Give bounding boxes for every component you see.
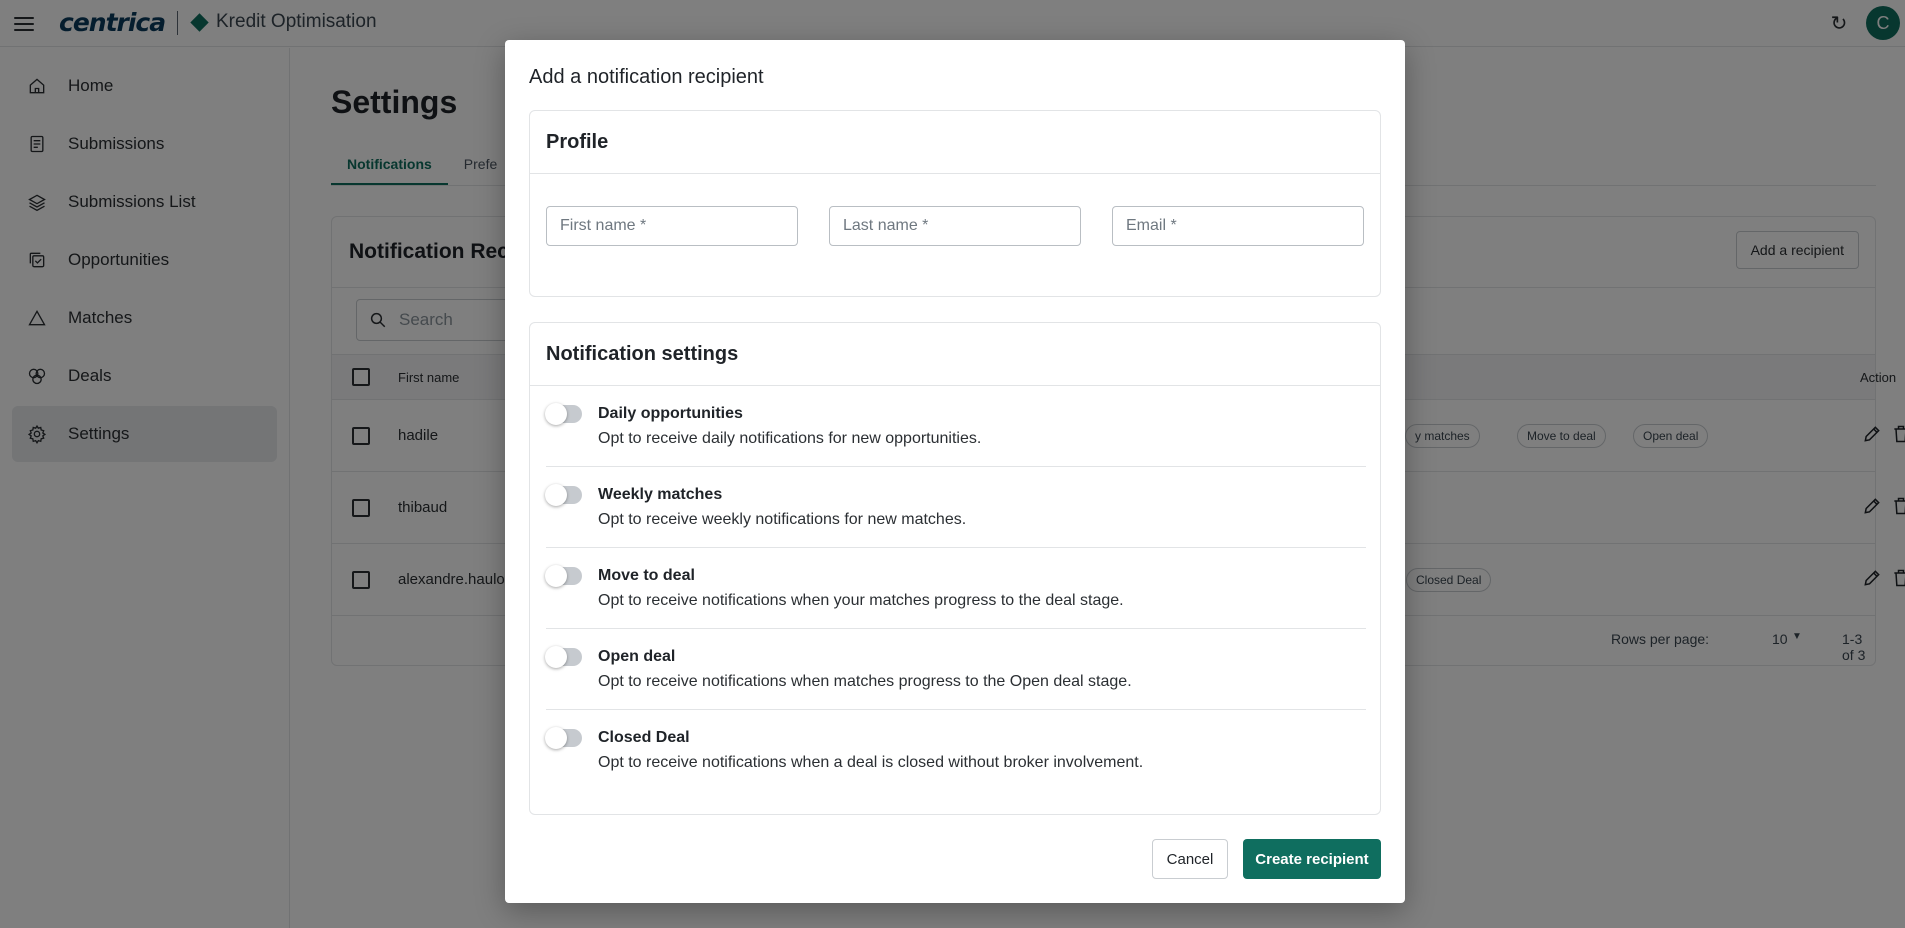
- daily-opportunities-toggle[interactable]: [545, 403, 582, 425]
- option-description: Opt to receive notifications when a deal…: [598, 754, 1144, 771]
- notification-option-daily-opportunities: Daily opportunities Opt to receive daily…: [545, 387, 1366, 467]
- create-recipient-button[interactable]: Create recipient: [1243, 839, 1381, 879]
- move-to-deal-toggle[interactable]: [545, 565, 582, 587]
- option-description: Opt to receive weekly notifications for …: [598, 511, 967, 528]
- notification-option-closed-deal: Closed Deal Opt to receive notifications…: [545, 711, 1366, 791]
- option-description: Opt to receive daily notifications for n…: [598, 430, 982, 447]
- last-name-field[interactable]: [829, 206, 1081, 246]
- option-label: Move to deal: [598, 567, 695, 584]
- option-label: Weekly matches: [598, 486, 723, 503]
- weekly-matches-toggle[interactable]: [545, 484, 582, 506]
- divider: [530, 385, 1380, 386]
- option-label: Open deal: [598, 648, 676, 665]
- closed-deal-toggle[interactable]: [545, 727, 582, 749]
- notification-option-weekly-matches: Weekly matches Opt to receive weekly not…: [545, 468, 1366, 548]
- notification-settings-title: Notification settings: [546, 343, 739, 365]
- open-deal-toggle[interactable]: [545, 646, 582, 668]
- option-description: Opt to receive notifications when matche…: [598, 673, 1132, 690]
- option-label: Closed Deal: [598, 729, 690, 746]
- dialog-title: Add a notification recipient: [529, 66, 764, 88]
- first-name-field[interactable]: [546, 206, 798, 246]
- divider: [530, 173, 1380, 174]
- add-recipient-dialog: Add a notification recipient Profile Not…: [505, 40, 1405, 903]
- cancel-button[interactable]: Cancel: [1152, 839, 1228, 879]
- notification-option-move-to-deal: Move to deal Opt to receive notification…: [545, 549, 1366, 629]
- notification-settings-panel: Notification settings Daily opportunitie…: [529, 322, 1381, 815]
- email-field[interactable]: [1112, 206, 1364, 246]
- notification-option-open-deal: Open deal Opt to receive notifications w…: [545, 630, 1366, 710]
- option-label: Daily opportunities: [598, 405, 743, 422]
- profile-title: Profile: [546, 131, 609, 153]
- option-description: Opt to receive notifications when your m…: [598, 592, 1124, 609]
- profile-panel: Profile: [529, 110, 1381, 297]
